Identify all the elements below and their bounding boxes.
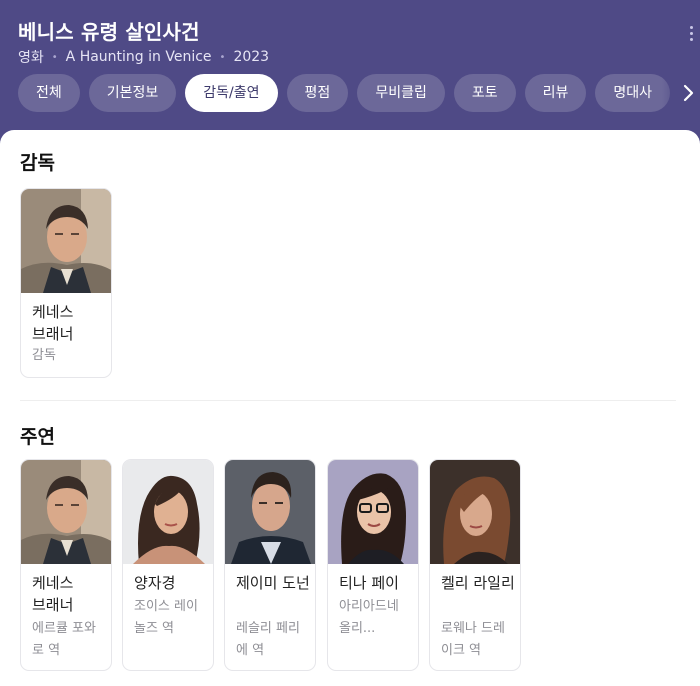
movie-original-title: A Haunting in Venice xyxy=(65,49,212,65)
movie-title: 베니스 유령 살인사건 xyxy=(18,20,200,44)
person-photo xyxy=(328,460,418,564)
movie-meta: 영화 • A Haunting in Venice • 2023 xyxy=(18,47,269,67)
person-photo xyxy=(21,460,111,564)
person-card-cast[interactable]: 양자경 조이스 레이놀즈 역 xyxy=(122,459,214,671)
tab-director-cast[interactable]: 감독/출연 xyxy=(185,74,278,112)
tabs-fade xyxy=(662,74,700,114)
person-role: 레슬리 페리에 역 xyxy=(236,621,300,658)
person-card-director[interactable]: 케네스 브래너 감독 xyxy=(20,188,112,378)
person-role: 에르큘 포와로 역 xyxy=(32,621,96,658)
person-name: 양자경 xyxy=(134,574,176,592)
meta-separator: • xyxy=(219,51,226,63)
tab-all[interactable]: 전체 xyxy=(18,74,80,112)
tab-quotes[interactable]: 명대사 xyxy=(595,74,671,112)
person-photo xyxy=(430,460,520,564)
person-name: 케네스 브래너 xyxy=(32,574,74,614)
person-name: 제이미 도넌 xyxy=(236,574,310,592)
person-name: 케네스 브래너 xyxy=(32,303,74,343)
tab-basic-info[interactable]: 기본정보 xyxy=(88,74,177,112)
person-card-cast[interactable]: 제이미 도넌 레슬리 페리에 역 xyxy=(224,459,316,671)
person-role: 조이스 레이놀즈 역 xyxy=(134,599,198,636)
person-card-cast[interactable]: 티나 페이 아리아드네 올리... xyxy=(327,459,419,671)
movie-genre: 영화 xyxy=(18,50,44,66)
more-options-kebab-icon[interactable] xyxy=(690,26,694,41)
tab-review[interactable]: 리뷰 xyxy=(524,74,587,112)
section-divider xyxy=(20,400,676,401)
person-name: 티나 페이 xyxy=(339,574,399,592)
movie-header: 베니스 유령 살인사건 영화 • A Haunting in Venice • … xyxy=(0,0,700,150)
person-photo xyxy=(21,189,111,293)
person-photo xyxy=(123,460,213,564)
cast-section-title: 주연 xyxy=(20,426,55,448)
director-section-title: 감독 xyxy=(20,152,55,174)
person-role: 로웨나 드레이크 역 xyxy=(441,621,505,658)
tab-movie-clips[interactable]: 무비클립 xyxy=(357,74,445,112)
person-card-cast[interactable]: 켈리 라일리 로웨나 드레이크 역 xyxy=(429,459,521,671)
meta-separator: • xyxy=(51,51,58,63)
tab-photo[interactable]: 포토 xyxy=(453,74,516,112)
movie-year: 2023 xyxy=(233,49,270,65)
tab-rating[interactable]: 평점 xyxy=(286,74,349,112)
person-name: 켈리 라일리 xyxy=(441,574,515,592)
person-card-cast[interactable]: 케네스 브래너 에르큘 포와로 역 xyxy=(20,459,112,671)
person-photo xyxy=(225,460,315,564)
chevron-right-icon[interactable] xyxy=(682,84,694,107)
category-tabs: 전체 기본정보 감독/출연 평점 무비클립 포토 리뷰 명대사 xyxy=(18,74,684,114)
person-role: 아리아드네 올리... xyxy=(339,599,399,636)
person-role: 감독 xyxy=(32,348,56,363)
